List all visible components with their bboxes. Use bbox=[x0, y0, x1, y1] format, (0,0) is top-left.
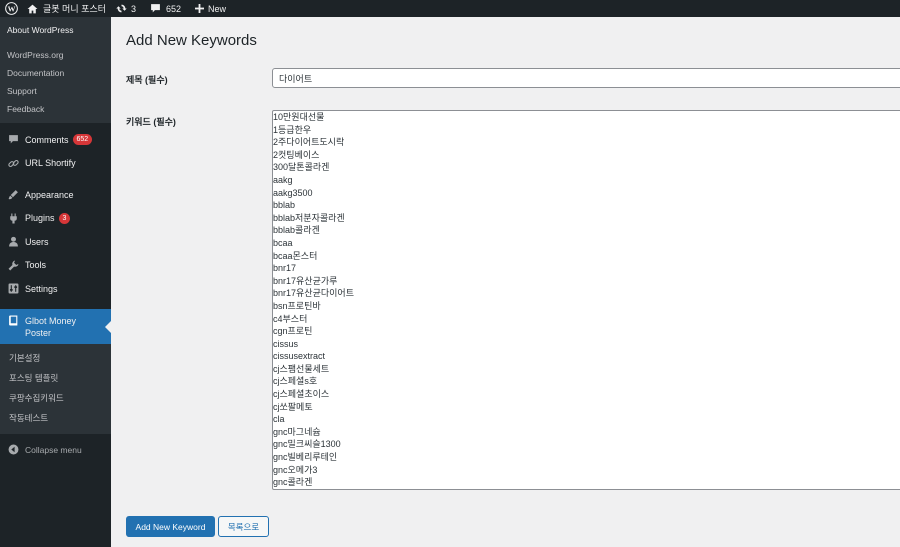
submenu-item-support[interactable]: Support bbox=[0, 82, 111, 100]
keyword-line: gnc오메가3 bbox=[273, 464, 318, 475]
keyword-line: cla bbox=[273, 414, 285, 425]
plugin-icon bbox=[7, 212, 19, 224]
updates-count: 3 bbox=[130, 3, 136, 14]
new-content-link[interactable]: New bbox=[190, 0, 231, 17]
keyword-line: cj쏘팔메토 bbox=[273, 401, 313, 412]
keyword-line: aakg bbox=[273, 174, 293, 185]
menu-label-appearance: Appearance bbox=[25, 189, 74, 200]
submenu-item-feedback[interactable]: Feedback bbox=[0, 100, 111, 118]
keyword-line: gnc콜라겐 bbox=[273, 477, 313, 488]
menu-label-plugins: Plugins bbox=[25, 213, 55, 224]
title-field-label: 제목 (필수) bbox=[126, 75, 168, 85]
collapse-label: Collapse menu bbox=[25, 444, 82, 455]
menu-item-comments[interactable]: Comments 652 bbox=[0, 128, 111, 152]
admin-bar: W 글봇 머니 포스터 3 652 New bbox=[0, 0, 900, 17]
keyword-line: bnr17 bbox=[273, 263, 297, 274]
keyword-line: c4부스터 bbox=[273, 313, 308, 324]
keyword-line: cj스페셜s호 bbox=[273, 376, 318, 387]
menu-label-users: Users bbox=[25, 236, 49, 247]
keyword-line: cgn프로틴 bbox=[273, 326, 313, 337]
title-input[interactable] bbox=[272, 68, 900, 88]
user-icon bbox=[7, 236, 19, 248]
menu-item-appearance[interactable]: Appearance bbox=[0, 183, 111, 207]
submenu-item-documentation[interactable]: Documentation bbox=[0, 64, 111, 82]
comments-badge: 652 bbox=[72, 134, 93, 146]
wordpress-logo-icon[interactable]: W bbox=[0, 0, 22, 17]
menu-item-url-shortify[interactable]: URL Shortify bbox=[0, 152, 111, 176]
keyword-line: bsn프로틴바 bbox=[273, 300, 321, 311]
keyword-line: bnr17유산균가루 bbox=[273, 275, 338, 286]
main-content: Add New Keywords 제목 (필수) 키워드 (필수) 10만원대선… bbox=[111, 17, 900, 547]
keyword-line: 2컷팅베이스 bbox=[273, 149, 320, 160]
add-new-keyword-button[interactable]: Add New Keyword bbox=[126, 516, 215, 537]
keyword-line: bnr17유산균다이어트 bbox=[273, 288, 354, 299]
keyword-line: cj스페셜초이스 bbox=[273, 389, 330, 400]
admin-sidebar: About WordPress WordPress.org Documentat… bbox=[0, 17, 111, 547]
menu-item-settings[interactable]: Settings bbox=[0, 277, 111, 301]
keyword-line: bcaa bbox=[273, 237, 293, 248]
menu-item-plugins[interactable]: Plugins 3 bbox=[0, 207, 111, 231]
keyword-line: gnc빌베리루테인 bbox=[273, 452, 338, 463]
admin-menu: Comments 652 URL Shortify Appearance Plu… bbox=[0, 123, 111, 460]
comments-link[interactable]: 652 bbox=[145, 0, 186, 17]
submenu-item-basic-settings[interactable]: 기본설정 bbox=[0, 348, 111, 368]
keyword-line: bcaa몬스터 bbox=[273, 250, 318, 261]
submenu-item-wordpress-org[interactable]: WordPress.org bbox=[0, 46, 111, 64]
site-name-link[interactable]: 글봇 머니 포스터 bbox=[22, 0, 111, 17]
comments-count: 652 bbox=[165, 3, 182, 14]
menu-label-url-shortify: URL Shortify bbox=[25, 158, 76, 169]
keyword-line: cissusextract bbox=[273, 351, 326, 362]
plus-icon bbox=[195, 4, 205, 13]
svg-text:W: W bbox=[7, 4, 15, 13]
keyword-line: cj스팸선물세트 bbox=[273, 363, 330, 374]
back-to-list-button[interactable]: 목록으로 bbox=[218, 516, 269, 537]
new-label: New bbox=[208, 3, 227, 14]
menu-label-tools: Tools bbox=[25, 260, 47, 271]
paintbrush-icon bbox=[7, 189, 19, 201]
updates-link[interactable]: 3 bbox=[111, 0, 141, 17]
updates-icon bbox=[116, 3, 127, 14]
keyword-line: 2주다이어트도시락 bbox=[273, 137, 345, 148]
submenu-item-posting-template[interactable]: 포스팅 템플릿 bbox=[0, 368, 111, 388]
menu-item-users[interactable]: Users bbox=[0, 230, 111, 254]
comment-icon bbox=[150, 3, 161, 14]
wrench-icon bbox=[7, 259, 19, 271]
menu-label-comments: Comments bbox=[25, 134, 69, 145]
keyword-line: 10만원대선물 bbox=[273, 112, 325, 122]
comment-icon bbox=[7, 134, 19, 146]
book-icon bbox=[7, 315, 19, 327]
menu-item-glbot-money-poster[interactable]: Glbot Money Poster bbox=[0, 308, 111, 344]
settings-icon bbox=[7, 283, 19, 295]
home-icon bbox=[27, 4, 38, 14]
link-icon bbox=[7, 157, 19, 169]
page-title: Add New Keywords bbox=[126, 32, 257, 49]
keyword-line: 1등급한우 bbox=[273, 124, 312, 135]
keyword-line: gnc마그네슘 bbox=[273, 426, 321, 437]
menu-label-glbot-money-poster: Glbot Money Poster bbox=[25, 315, 77, 338]
menu-separator bbox=[0, 175, 111, 183]
menu-item-tools[interactable]: Tools bbox=[0, 254, 111, 278]
keyword-line: 300달톤콜라겐 bbox=[273, 162, 330, 173]
keyword-line: bblab콜라겐 bbox=[273, 225, 320, 236]
submenu-item-run-test[interactable]: 작동테스트 bbox=[0, 408, 111, 428]
submenu-item-coupang-keywords[interactable]: 쿠팡수집키워드 bbox=[0, 388, 111, 408]
keyword-line: cissus bbox=[273, 338, 299, 349]
collapse-menu-button[interactable]: Collapse menu bbox=[0, 440, 111, 460]
collapse-icon bbox=[7, 444, 19, 456]
keywords-field-label: 키워드 (필수) bbox=[126, 117, 176, 127]
site-name: 글봇 머니 포스터 bbox=[43, 4, 106, 14]
keyword-line: aakg3500 bbox=[273, 187, 313, 198]
glbot-submenu: 기본설정 포스팅 템플릿 쿠팡수집키워드 작동테스트 bbox=[0, 343, 111, 434]
plugins-badge: 3 bbox=[58, 212, 71, 224]
keyword-line: bblab bbox=[273, 200, 296, 211]
wordpress-submenu: About WordPress WordPress.org Documentat… bbox=[0, 17, 111, 123]
menu-label-settings: Settings bbox=[25, 283, 58, 294]
keywords-textarea[interactable]: 10만원대선물 1등급한우 2주다이어트도시락 2컷팅베이스 300달톤콜라겐 aakg a… bbox=[272, 110, 900, 490]
keyword-line: bblab저분자콜라겐 bbox=[273, 212, 345, 223]
submenu-item-about[interactable]: About WordPress bbox=[0, 20, 111, 40]
keyword-line: gnc밀크씨슬1300 bbox=[273, 439, 341, 450]
